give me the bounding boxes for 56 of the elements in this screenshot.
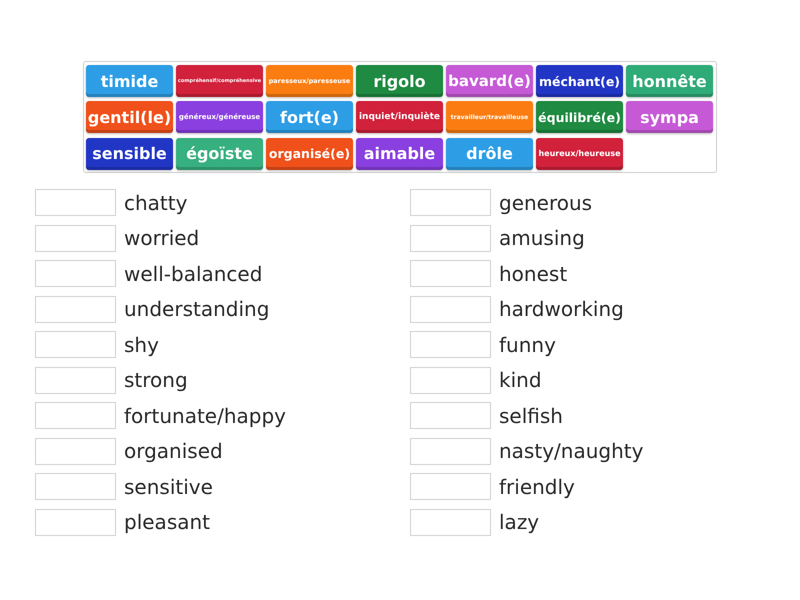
prompt-text: generous <box>499 190 592 215</box>
answer-box[interactable] <box>35 260 116 288</box>
answer-box[interactable] <box>410 331 491 358</box>
prompt-text: sensitive <box>124 474 213 499</box>
prompt-text: pleasant <box>124 510 210 534</box>
word-tile[interactable]: heureux/heureuse <box>536 138 623 170</box>
word-tile[interactable]: drôle <box>446 138 533 170</box>
prompt-text: organised <box>124 439 223 464</box>
prompt-text: nasty/naughty <box>499 439 644 464</box>
prompt-text: lazy <box>499 510 540 534</box>
word-tile[interactable]: gentil(le) <box>86 101 173 134</box>
prompt-text: hardworking <box>499 297 624 322</box>
word-tile[interactable]: aimable <box>356 138 443 170</box>
prompt-text: fortunate/happy <box>124 404 286 428</box>
prompt-text: selfish <box>499 404 563 428</box>
word-tile[interactable]: méchant(e) <box>536 65 623 97</box>
prompt-text: understanding <box>124 297 270 322</box>
word-tile[interactable]: honnête <box>626 65 713 97</box>
answer-box[interactable] <box>410 296 491 323</box>
prompt-text: amusing <box>499 226 585 250</box>
answer-box[interactable] <box>35 402 116 430</box>
prompt-text: funny <box>499 332 556 357</box>
word-tile[interactable]: organisé(e) <box>266 138 353 170</box>
word-tile[interactable]: sensible <box>86 138 173 170</box>
prompt-text: chatty <box>124 190 188 215</box>
prompt-text: strong <box>124 368 188 392</box>
answer-box[interactable] <box>410 260 491 288</box>
word-tile[interactable]: égoïste <box>176 138 263 170</box>
answer-box[interactable] <box>410 508 491 536</box>
answer-box[interactable] <box>410 438 491 465</box>
answer-box[interactable] <box>410 224 491 252</box>
answer-box[interactable] <box>35 438 116 465</box>
prompt-text: worried <box>124 226 200 250</box>
word-tile[interactable]: rigolo <box>356 65 443 97</box>
word-tile[interactable]: équilibré(e) <box>536 101 623 134</box>
word-tile[interactable]: fort(e) <box>266 101 353 134</box>
answer-box[interactable] <box>410 366 491 394</box>
word-tile[interactable]: inquiet/inquiète <box>356 101 443 134</box>
word-tile[interactable]: timide <box>86 65 173 97</box>
answer-box[interactable] <box>35 331 116 358</box>
word-tile[interactable]: sympa <box>626 101 713 134</box>
answer-box[interactable] <box>35 473 116 500</box>
prompt-text: shy <box>124 332 159 357</box>
answer-box[interactable] <box>35 189 116 216</box>
answer-box[interactable] <box>35 508 116 536</box>
answer-box[interactable] <box>35 366 116 394</box>
prompt-text: kind <box>499 368 542 392</box>
answer-box[interactable] <box>410 189 491 216</box>
answer-box[interactable] <box>410 473 491 500</box>
prompt-text: friendly <box>499 474 575 499</box>
prompt-text: well-balanced <box>124 262 262 286</box>
answer-box[interactable] <box>35 296 116 323</box>
word-tile[interactable]: bavard(e) <box>446 65 533 97</box>
answer-box[interactable] <box>35 224 116 252</box>
prompt-text: honest <box>499 262 568 286</box>
answer-box[interactable] <box>410 402 491 430</box>
